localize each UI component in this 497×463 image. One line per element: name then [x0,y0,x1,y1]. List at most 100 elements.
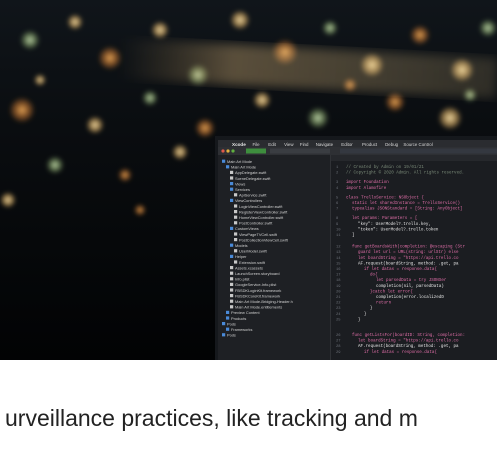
bokeh-light [46,156,64,174]
line-number: 24 [336,313,341,317]
folder-icon [222,322,226,326]
file-tree-item: SceneDelegate.swift [235,176,271,181]
file-tree-item: HomeViewController.swift [239,215,284,220]
file-tree-item: Extension.swift [239,260,266,265]
code-line: func getListsFor(boardID: String, comple… [352,333,465,338]
caption-text: urveillance practices, like tracking and… [5,405,418,431]
code-line: guard let url = URL(string: urlStr) else [358,250,459,255]
file-tree-item: Main Art Mode [231,165,256,170]
code-line: let params: Parameters = [ [352,216,417,221]
code-line: // Copyright © 2020 Admin. All rights re… [346,171,464,176]
bokeh-light [438,106,462,130]
line-number: 10 [336,228,341,232]
code-line: return [376,302,392,306]
line-number: 16 [336,268,341,272]
bokeh-light [307,107,329,129]
file-tree-item: Main Art Mode.entitlements [235,305,282,310]
file-tree-item: CustomViews [235,226,259,231]
menu-bar [218,140,497,147]
bokeh-light [0,192,16,208]
menu-item: Product [362,142,378,147]
bokeh-light [142,90,158,106]
menu-item: Find [300,142,309,147]
file-icon [234,210,238,214]
file-tree-item: Models [235,243,248,248]
code-line: let boardString = "https://api.trello.co [358,339,459,344]
code-line: if let datas = response.data{ [364,267,437,272]
line-number: 21 [336,296,341,300]
run-button [246,148,266,154]
line-number: 22 [336,302,341,306]
file-tree-item: Main Art Mode-Bridging-Header.h [235,299,293,304]
file-tree-item: LaunchScreen.storyboard [235,271,280,276]
file-tree-item: ViewControllers [235,198,262,203]
file-icon [230,282,234,286]
code-line: }catch let error{ [370,289,413,294]
bokeh-light [195,118,215,138]
scheme-selector [270,148,330,154]
code-line: class TrelloService: NSObject { [346,195,424,200]
jump-bar [331,155,497,161]
minimize-dot-icon [226,149,230,153]
menu-item: View [284,142,294,147]
file-tree-item: PostController.swift [239,221,273,226]
file-tree-item: ApiService.swift [239,193,267,198]
code-line: completion(error.localizedD [376,295,444,300]
line-number: 28 [336,345,341,349]
file-tree-item: Pods [227,321,236,326]
file-tree-item: GoogleService-Info.plist [235,282,277,287]
file-icon [234,204,238,208]
bokeh-light [20,30,40,50]
activity-bar [340,148,497,154]
file-tree-item: AppDelegate.swift [235,170,267,175]
folder-icon [230,243,234,247]
code-line: completion(nil, parsedData) [376,284,444,289]
folder-icon [226,316,230,320]
file-icon [230,305,234,309]
file-tree-item: Assets.xcassets [235,265,263,270]
code-line: let boardString = "https://api.trello.co [358,256,459,261]
file-tree-item: UserModel.swift [239,249,268,254]
file-icon [230,176,234,180]
line-number: 15 [336,262,341,266]
line-number: 26 [336,334,341,338]
code-line: typealias JSONStandard = [String: AnyObj… [352,207,463,212]
file-icon [230,271,234,275]
file-tree-item: Preview Content [231,310,260,315]
menu-item: File [253,142,261,147]
folder-icon [226,310,230,314]
bokeh-light [385,92,405,112]
code-line: AF.request(boardString, method: .get, pa [358,344,459,349]
bokeh-light [67,14,83,30]
file-tree-item: Main Art Mode [227,159,252,164]
code-line: ] [352,233,355,238]
bokeh-light [151,21,169,39]
bokeh-light [98,46,122,70]
menu-item: Edit [268,142,276,147]
bokeh-light [410,25,430,45]
file-icon [230,299,234,303]
sidebar-divider [330,155,331,360]
line-number: 19 [336,285,341,289]
file-icon [230,170,234,174]
file-icon [234,193,238,197]
file-tree-item: FBSDKCoreKit.framework [235,293,280,298]
file-icon [234,260,238,264]
file-tree-item: ViewPageTVCell.swift [239,232,278,237]
file-icon [234,215,238,219]
line-number: 20 [336,290,341,294]
bokeh-light [86,116,104,134]
file-icon [230,294,234,298]
line-number: 27 [336,340,341,344]
line-number: 12 [336,246,341,250]
file-tree-item: Pods [227,333,236,338]
code-line: "token": UserModel?.trello.token [358,227,439,232]
code-line: let parsedData = try JSONSer [376,278,447,283]
file-tree-item: RegisterViewController.swift [239,209,288,214]
bokeh-light [34,74,46,86]
bokeh-light [479,19,497,37]
menu-app-name: Xcode [232,142,246,147]
bokeh-light [9,97,35,123]
folder-icon [230,254,234,258]
menu-item: Editor [341,142,353,147]
